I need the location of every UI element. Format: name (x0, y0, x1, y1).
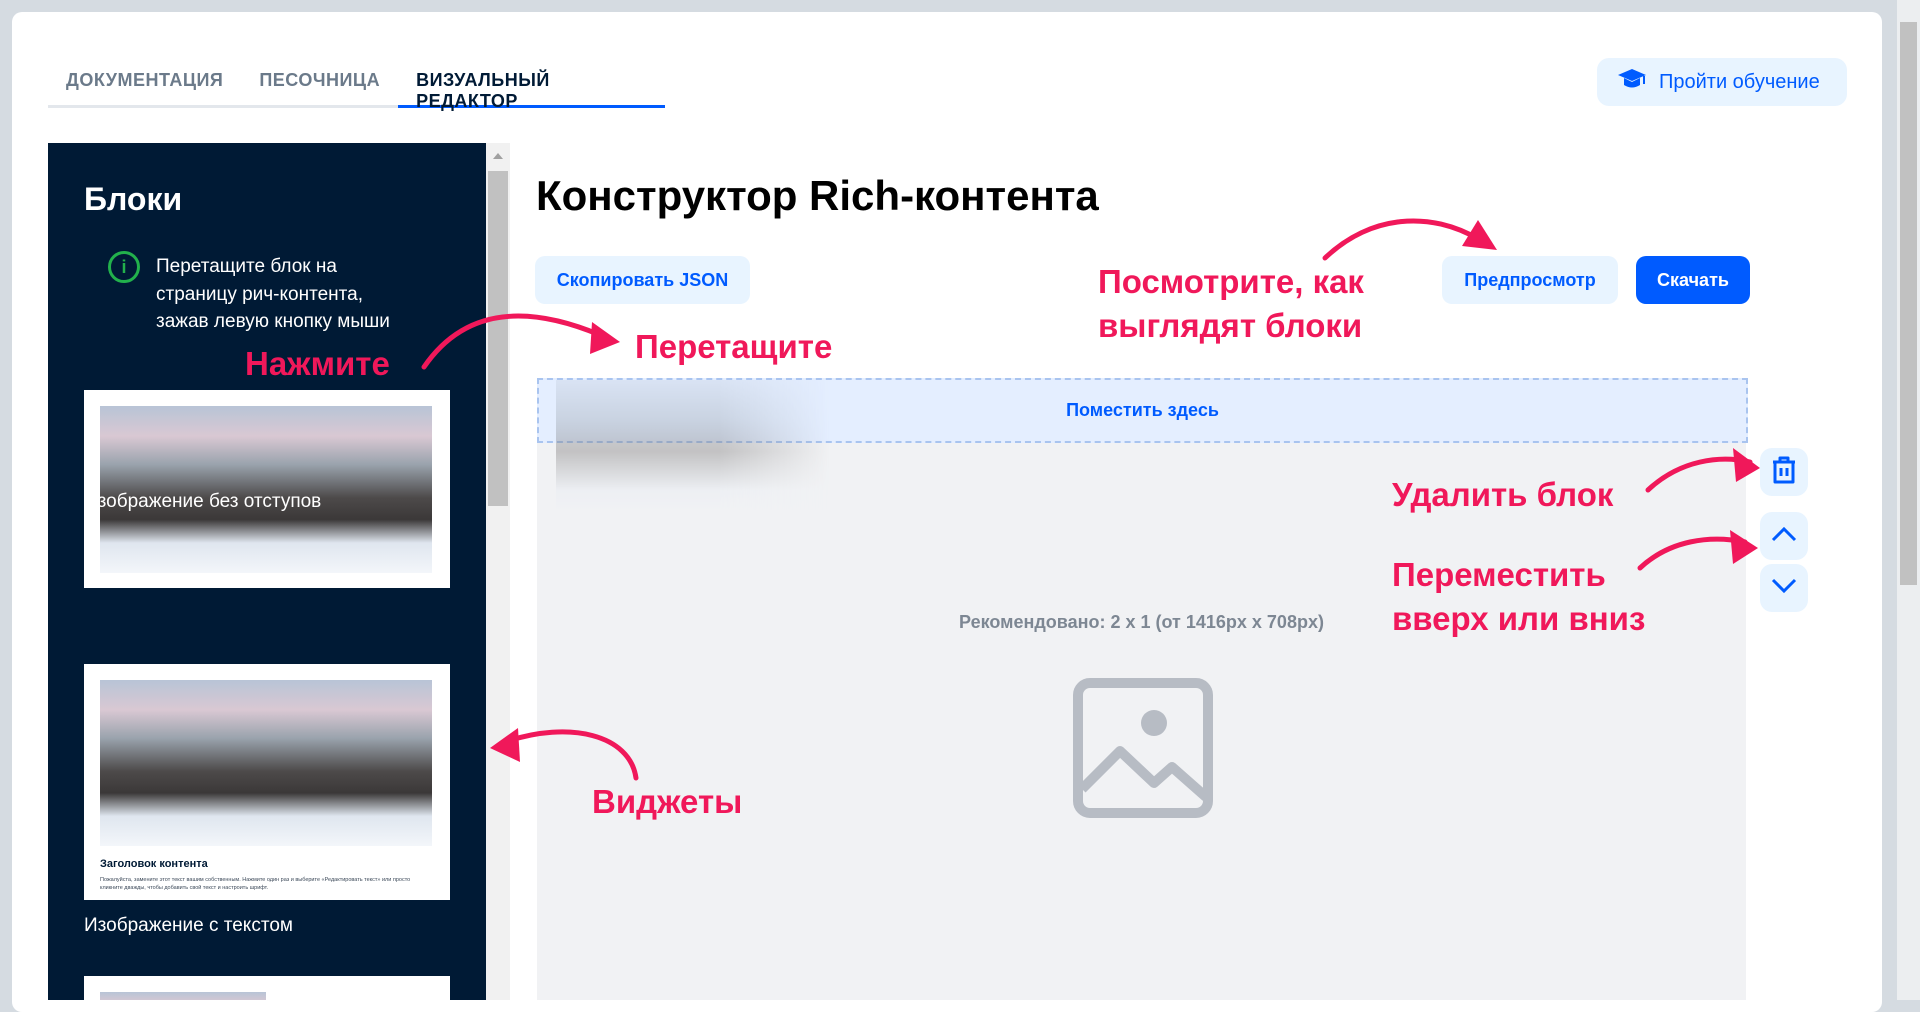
page-scrollbar[interactable] (1897, 0, 1920, 1000)
tab-documentation[interactable]: ДОКУМЕНТАЦИЯ (48, 66, 241, 105)
block-label: Изображение с текстом (84, 915, 293, 936)
preview-heading: Заголовок контента (100, 858, 208, 870)
annotation-move-line2: вверх или вниз (1392, 600, 1646, 637)
block-image-no-padding[interactable] (84, 390, 450, 588)
sidebar-scrollbar-thumb[interactable] (488, 171, 508, 506)
start-training-label: Пройти обучение (1659, 70, 1820, 93)
annotation-preview-line2: выглядят блоки (1098, 307, 1363, 344)
chevron-down-icon (1771, 578, 1797, 599)
drop-zone-label: Поместить здесь (1066, 400, 1219, 420)
mountain-thumbnail (100, 992, 266, 1000)
image-placeholder-icon[interactable] (1072, 677, 1214, 824)
tab-sandbox[interactable]: ПЕСОЧНИЦА (241, 66, 398, 105)
annotation-click: Нажмите (245, 345, 390, 382)
annotation-delete: Удалить блок (1392, 476, 1614, 513)
chevron-up-icon (1771, 526, 1797, 547)
preview-button[interactable]: Предпросмотр (1442, 256, 1618, 304)
annotation-move-line1: Переместить (1392, 556, 1606, 593)
block-label: Изображение без отступов (84, 491, 322, 512)
download-button[interactable]: Скачать (1636, 256, 1750, 304)
dragged-block-ghost (556, 380, 830, 510)
move-down-button[interactable] (1760, 564, 1808, 612)
block-image-with-text[interactable]: Заголовок контента Пожалуйста, замените … (84, 664, 450, 900)
trash-icon (1770, 455, 1798, 490)
preview-text: Пожалуйста, замените этот текст вашим со… (100, 877, 411, 891)
block-third[interactable] (84, 976, 450, 1000)
mountain-thumbnail (100, 680, 432, 846)
blocks-sidebar: Блоки i Перетащите блок на страницу рич-… (48, 143, 486, 1000)
annotation-drag: Перетащите (635, 328, 833, 365)
sidebar-scrollbar[interactable] (486, 143, 510, 1000)
info-icon: i (108, 251, 140, 283)
page-title: Конструктор Rich-контента (536, 172, 1099, 219)
mountain-thumbnail (100, 406, 432, 573)
sidebar-hint: Перетащите блок на страницу рич-контента… (156, 256, 390, 332)
graduation-cap-icon (1617, 67, 1647, 97)
annotation-widgets: Виджеты (592, 783, 743, 820)
scroll-up-arrow-icon[interactable] (493, 153, 503, 159)
page-scrollbar-thumb[interactable] (1900, 22, 1917, 585)
copy-json-button[interactable]: Скопировать JSON (535, 256, 750, 304)
delete-block-button[interactable] (1760, 448, 1808, 496)
annotation-preview-line1: Посмотрите, как (1098, 263, 1364, 300)
start-training-button[interactable]: Пройти обучение (1597, 58, 1847, 106)
move-up-button[interactable] (1760, 512, 1808, 560)
tab-bar: ДОКУМЕНТАЦИЯ ПЕСОЧНИЦА ВИЗУАЛЬНЫЙ РЕДАКТ… (48, 66, 665, 111)
sidebar-title: Блоки (84, 181, 183, 217)
tab-visual-editor[interactable]: ВИЗУАЛЬНЫЙ РЕДАКТОР (398, 66, 665, 111)
